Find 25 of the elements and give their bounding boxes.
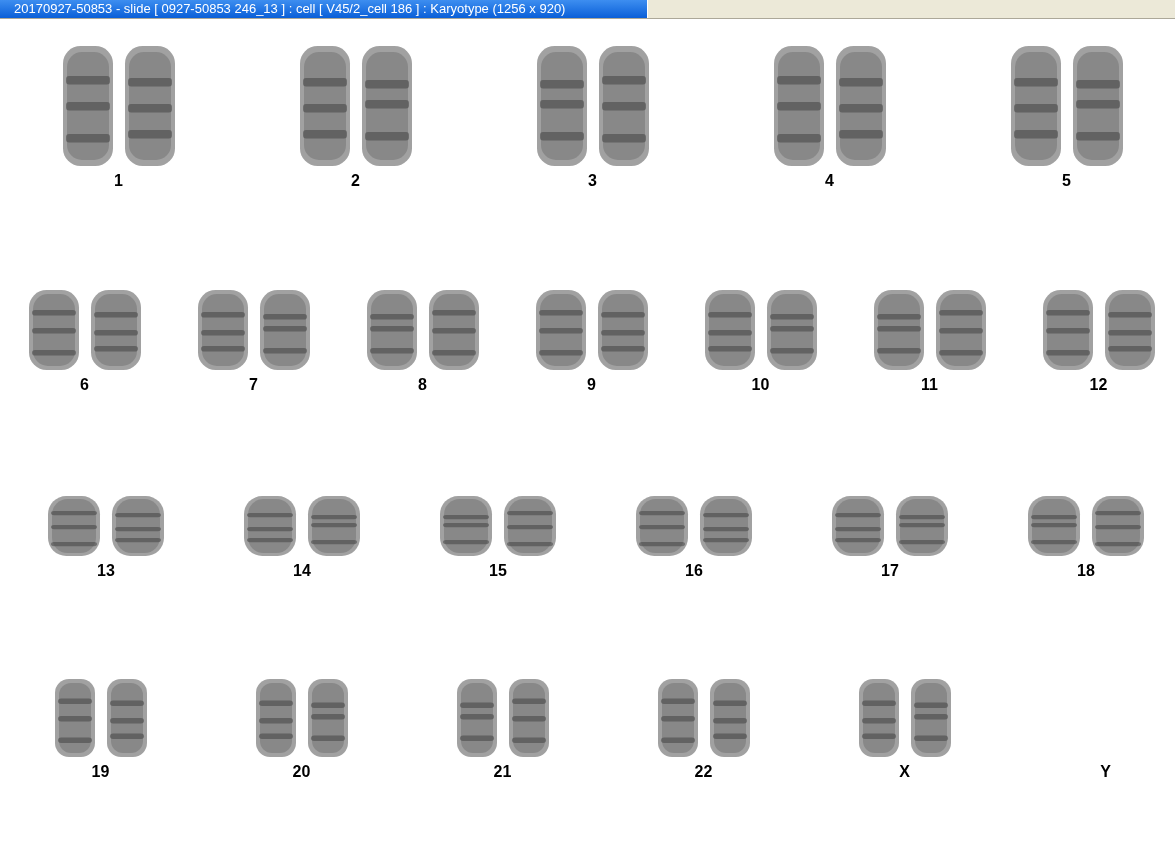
chromosome-label: 19 — [91, 763, 110, 781]
chromosome-label: 16 — [685, 562, 703, 580]
chromosome-label: X — [899, 763, 910, 781]
chromosome-label: 12 — [1089, 376, 1108, 394]
chromosome-label: 11 — [921, 376, 938, 394]
chromosome-label: 4 — [825, 172, 834, 190]
chromosome-label: 1 — [114, 172, 123, 190]
chromosome-label: 21 — [493, 763, 512, 781]
window-title: 20170927-50853 - slide [ 0927-50853 246_13 ] : cell [ V45/2_cell 186 ] : Karyotype (1256 x 920) — [0, 0, 648, 18]
chromosome-label: 15 — [489, 562, 507, 580]
chromosome-label: 9 — [587, 376, 596, 394]
chromosome-label: 7 — [249, 376, 258, 394]
chromosome-label: 22 — [694, 763, 713, 781]
chromosome-label: 18 — [1077, 562, 1095, 580]
chromosome-label: 17 — [881, 562, 899, 580]
chromosome-label: 2 — [351, 172, 360, 190]
chromosome-label: 13 — [97, 562, 115, 580]
chromosome-label: 8 — [418, 376, 427, 394]
chromosome-label: 6 — [80, 376, 89, 394]
chromosome-label: Y — [1100, 763, 1111, 781]
chromosome-label: 20 — [292, 763, 311, 781]
chromosome-label: 10 — [751, 376, 770, 394]
chromosome-label: 5 — [1062, 172, 1071, 190]
chromosome-label: 3 — [588, 172, 597, 190]
chromosome-label: 14 — [293, 562, 311, 580]
